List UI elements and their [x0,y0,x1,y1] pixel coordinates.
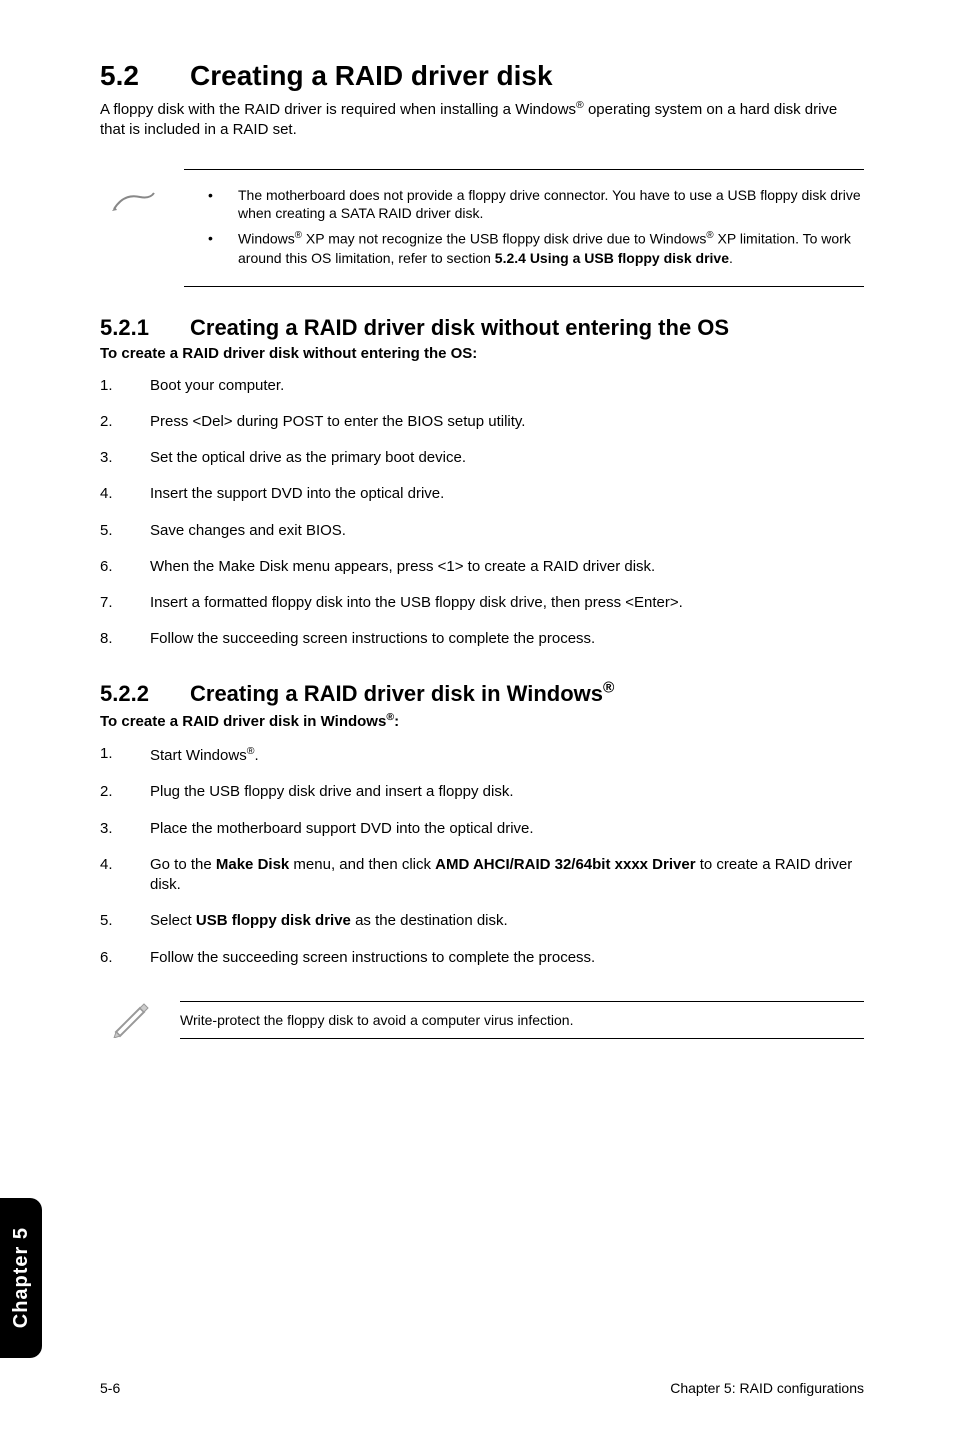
steps-list-1: Boot your computer. Press <Del> during P… [100,376,864,650]
step-item: Select USB floppy disk drive as the dest… [100,911,864,931]
note-text: Write-protect the floppy disk to avoid a… [180,1001,864,1039]
step-item: Go to the Make Disk menu, and then click… [100,855,864,896]
step-item: Set the optical drive as the primary boo… [100,448,864,468]
subsection-heading: 5.2.1Creating a RAID driver disk without… [100,315,864,341]
subsection-title: Creating a RAID driver disk in Windows® [190,681,614,706]
note-callout-1: The motherboard does not provide a flopp… [110,169,864,287]
pencil-icon [110,187,158,222]
note-callout-2: Write-protect the floppy disk to avoid a… [110,998,864,1043]
step-item: Place the motherboard support DVD into t… [100,819,864,839]
step-item: Start Windows®. [100,744,864,766]
subsection-number: 5.2.2 [100,681,190,707]
step-item: Save changes and exit BIOS. [100,521,864,541]
steps-list-2: Start Windows®. Plug the USB floppy disk… [100,744,864,968]
step-item: Insert a formatted floppy disk into the … [100,593,864,613]
section-number: 5.2 [100,60,190,92]
footer-chapter: Chapter 5: RAID configurations [670,1380,864,1396]
section-heading: 5.2Creating a RAID driver disk [100,60,864,92]
subsection-lead: To create a RAID driver disk in Windows®… [100,711,864,730]
step-item: Plug the USB floppy disk drive and inser… [100,782,864,802]
side-tab-label: Chapter 5 [10,1227,33,1328]
section-title: Creating a RAID driver disk [190,60,553,91]
note-list: The motherboard does not provide a flopp… [184,186,864,268]
section-intro: A floppy disk with the RAID driver is re… [100,98,864,141]
subsection-title: Creating a RAID driver disk without ente… [190,315,729,340]
page-footer: 5-6 Chapter 5: RAID configurations [100,1380,864,1396]
step-item: Follow the succeeding screen instruction… [100,948,864,968]
step-item: Press <Del> during POST to enter the BIO… [100,412,864,432]
step-item: Follow the succeeding screen instruction… [100,629,864,649]
pen-icon [110,998,154,1043]
note-item: The motherboard does not provide a flopp… [208,186,864,224]
page-number: 5-6 [100,1380,120,1396]
subsection-number: 5.2.1 [100,315,190,341]
step-item: Insert the support DVD into the optical … [100,484,864,504]
step-item: When the Make Disk menu appears, press <… [100,557,864,577]
note-item: Windows® XP may not recognize the USB fl… [208,229,864,267]
subsection-heading: 5.2.2Creating a RAID driver disk in Wind… [100,680,864,707]
side-tab: Chapter 5 [0,1198,42,1358]
step-item: Boot your computer. [100,376,864,396]
subsection-lead: To create a RAID driver disk without ent… [100,345,864,362]
